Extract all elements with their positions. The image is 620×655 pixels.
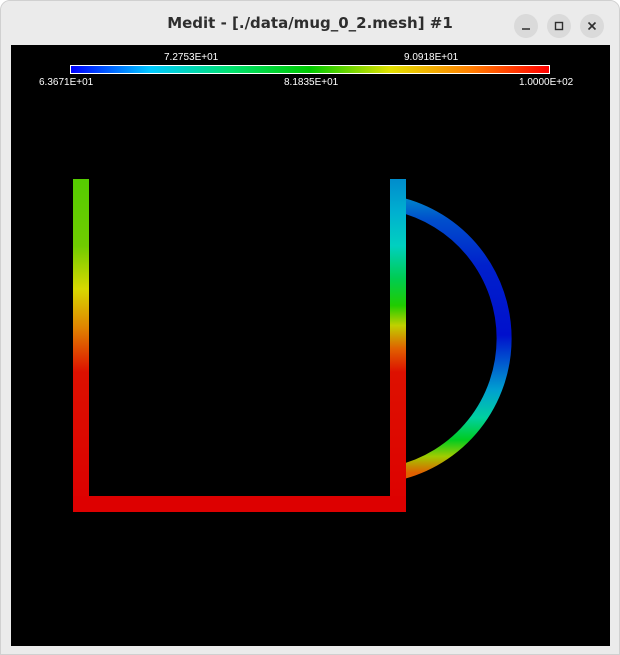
render-viewport[interactable]: 7.2753E+01 9.0918E+01 6.3671E+01 8.1835E… — [11, 45, 610, 646]
close-icon — [586, 20, 598, 32]
maximize-icon — [553, 20, 565, 32]
maximize-button[interactable] — [547, 14, 571, 38]
mug-bottom — [73, 496, 406, 512]
window-title: Medit - [./data/mug_0_2.mesh] #1 — [167, 14, 453, 32]
mesh-render — [73, 179, 512, 512]
mug-right-wall — [390, 179, 406, 512]
mug-handle — [395, 196, 512, 481]
minimize-icon — [520, 20, 532, 32]
close-button[interactable] — [580, 14, 604, 38]
mug-left-wall — [73, 179, 89, 512]
minimize-button[interactable] — [514, 14, 538, 38]
app-window: Medit - [./data/mug_0_2.mesh] #1 7.2753E… — [0, 0, 620, 655]
title-bar[interactable]: Medit - [./data/mug_0_2.mesh] #1 — [1, 1, 619, 45]
